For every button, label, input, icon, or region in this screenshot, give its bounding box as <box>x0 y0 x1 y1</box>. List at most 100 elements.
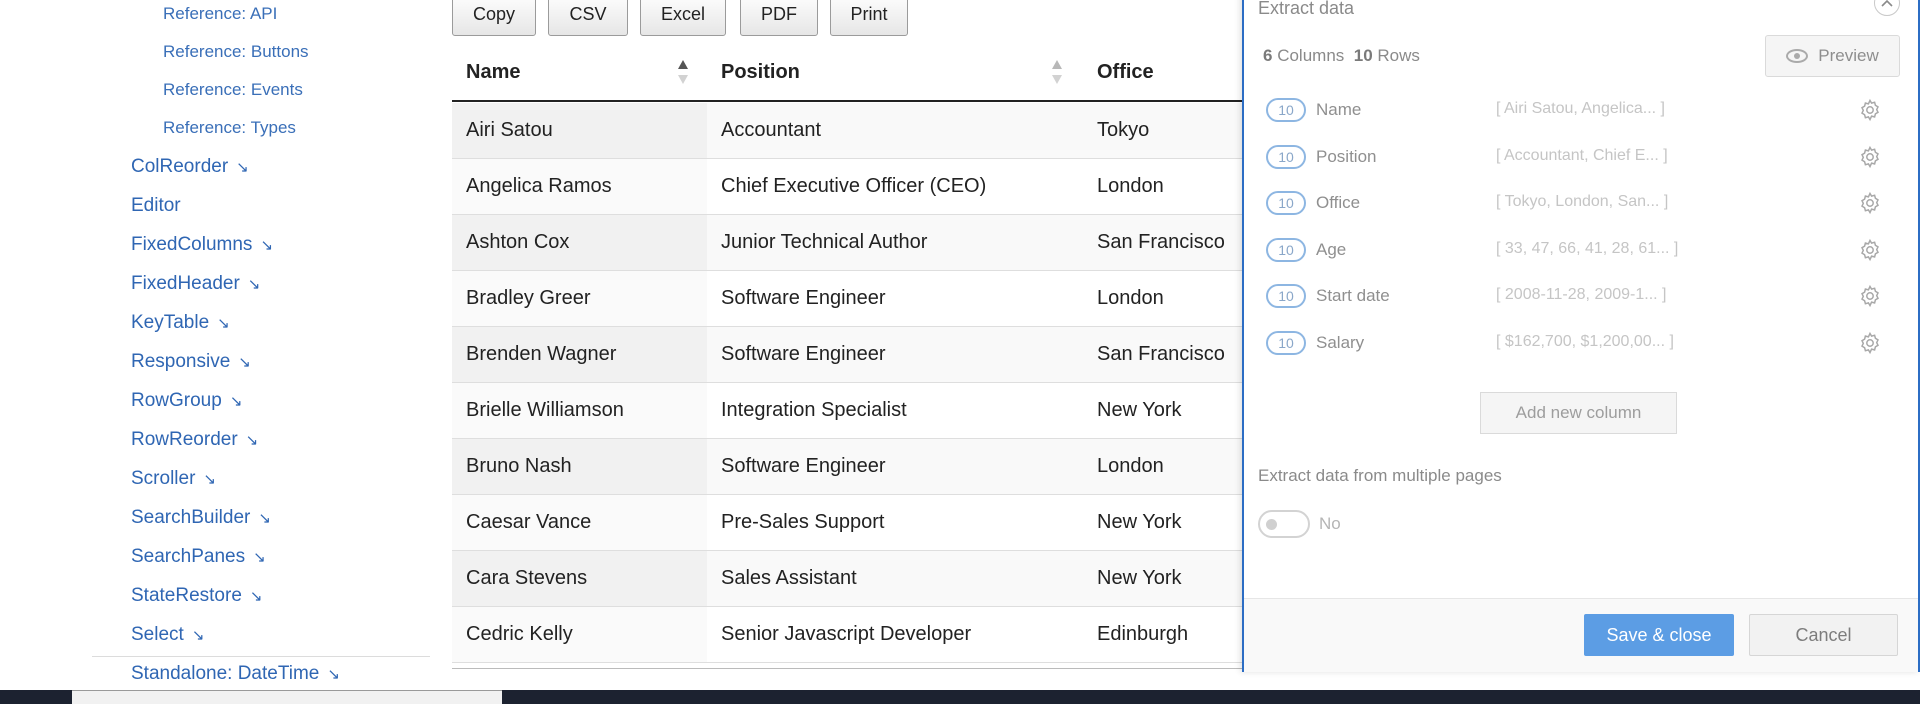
table-row[interactable]: Angelica Ramos Chief Executive Officer (C… <box>452 159 1242 215</box>
excel-button[interactable]: Excel <box>640 0 726 36</box>
sort-asc-icon <box>678 60 688 86</box>
nav-subitem[interactable]: Reference: Buttons <box>163 42 309 62</box>
nav-subitem[interactable]: Reference: API <box>163 4 277 24</box>
nav-item-label: Select <box>131 624 184 645</box>
nav-item[interactable]: Standalone: DateTime ↘ <box>131 663 340 685</box>
extract-column-preview: [ Airi Satou, Angelica... ] <box>1496 100 1665 117</box>
column-header-name[interactable]: Name <box>452 44 707 100</box>
gear-icon[interactable] <box>1858 145 1882 174</box>
gear-icon[interactable] <box>1858 284 1882 313</box>
table-row[interactable]: Cedric Kelly Senior Javascript Developer E… <box>452 607 1242 663</box>
external-arrow-icon: ↘ <box>260 237 274 254</box>
nav-item-label: Editor <box>131 195 181 216</box>
table-row[interactable]: Brenden Wagner Software Engineer San Franc… <box>452 327 1242 383</box>
print-button[interactable]: Print <box>830 0 908 36</box>
nav-item-label: RowReorder <box>131 429 238 450</box>
external-arrow-icon: ↘ <box>229 393 243 410</box>
nav-item[interactable]: StateRestore ↘ <box>131 585 262 607</box>
extract-column-row: 10 Name [ Airi Satou, Angelica... ] <box>1266 92 1900 128</box>
extract-column-row: 10 Start date [ 2008-11-28, 2009-1... ] <box>1266 278 1900 314</box>
gear-icon[interactable] <box>1858 98 1882 127</box>
cell-position: Senior Javascript Developer <box>721 623 972 645</box>
cell-position: Chief Executive Officer (CEO) <box>721 175 987 197</box>
nav-item[interactable]: FixedHeader ↘ <box>131 273 260 295</box>
value-count-badge: 10 <box>1266 191 1306 215</box>
gear-icon[interactable] <box>1858 331 1882 360</box>
csv-button[interactable]: CSV <box>548 0 628 36</box>
extract-column-preview: [ Accountant, Chief E... ] <box>1496 146 1668 164</box>
nav-item-label: ColReorder <box>131 156 229 177</box>
cell-office: London <box>1097 175 1164 197</box>
gear-icon[interactable] <box>1858 191 1882 220</box>
column-header-office[interactable]: Office <box>1083 44 1243 100</box>
table-row[interactable]: Caesar Vance Pre-Sales Support New York <box>452 495 1242 551</box>
cell-name: Bruno Nash <box>466 455 572 477</box>
table-row[interactable]: Airi Satou Accountant Tokyo <box>452 103 1242 159</box>
extract-column-name: Name <box>1316 100 1362 119</box>
extract-column-preview: [ $162,700, $1,200,00... ] <box>1496 332 1674 350</box>
table-row[interactable]: Brielle Williamson Integration Specialist… <box>452 383 1242 439</box>
nav-item[interactable]: SearchBuilder ↘ <box>131 507 271 529</box>
value-count-badge: 10 <box>1266 98 1306 122</box>
cancel-button[interactable]: Cancel <box>1749 614 1898 656</box>
copy-button[interactable]: Copy <box>452 0 536 36</box>
nav-item[interactable]: RowReorder ↘ <box>131 429 258 451</box>
nav-item[interactable]: SearchPanes ↘ <box>131 546 266 568</box>
preview-label: Preview <box>1818 46 1879 65</box>
extract-column-row: 10 Position [ Accountant, Chief E... ] <box>1266 139 1900 175</box>
cell-office: San Francisco <box>1097 231 1225 253</box>
nav-item[interactable]: Responsive ↘ <box>131 351 251 373</box>
nav-item[interactable]: KeyTable ↘ <box>131 312 230 334</box>
table-row[interactable]: Cara Stevens Sales Assistant New York <box>452 551 1242 607</box>
gear-icon[interactable] <box>1858 238 1882 267</box>
table-row[interactable]: Bruno Nash Software Engineer London <box>452 439 1242 495</box>
external-arrow-icon: ↘ <box>238 354 251 371</box>
taskbar-search[interactable] <box>72 690 502 704</box>
nav-subitem[interactable]: Reference: Events <box>163 80 303 100</box>
cell-name: Brenden Wagner <box>466 343 617 365</box>
nav-item-label: FixedHeader <box>131 273 240 294</box>
extract-column-preview: [ 33, 47, 66, 41, 28, 61... ] <box>1496 239 1679 257</box>
cell-name: Angelica Ramos <box>466 175 612 197</box>
multi-page-value: No <box>1319 514 1341 533</box>
column-header-label: Position <box>721 60 800 83</box>
cell-name: Caesar Vance <box>466 511 592 533</box>
nav-item-label: Responsive <box>131 351 231 372</box>
extract-column-row: 10 Salary [ $162,700, $1,200,00... ] <box>1266 325 1900 361</box>
save-close-button[interactable]: Save & close <box>1584 614 1734 656</box>
nav-item[interactable]: Select ↘ <box>131 624 204 646</box>
column-header-position[interactable]: Position <box>707 44 1083 100</box>
extract-column-name: Start date <box>1316 286 1390 305</box>
external-arrow-icon: ↘ <box>253 549 266 566</box>
nav-item[interactable]: Scroller ↘ <box>131 468 216 490</box>
cell-position: Integration Specialist <box>721 399 907 421</box>
nav-item[interactable]: FixedColumns ↘ <box>131 234 273 256</box>
columns-word: Columns <box>1277 46 1345 65</box>
table-row[interactable]: Bradley Greer Software Engineer London <box>452 271 1242 327</box>
table-bottom-border <box>452 668 1242 669</box>
nav-item[interactable]: ColReorder ↘ <box>131 156 249 178</box>
cell-office: Edinburgh <box>1097 623 1189 645</box>
multi-page-toggle[interactable] <box>1258 510 1310 538</box>
nav-item-label: SearchPanes <box>131 546 246 567</box>
cell-office: New York <box>1097 567 1182 589</box>
nav-subitem[interactable]: Reference: Types <box>163 118 296 138</box>
value-count-badge: 10 <box>1266 144 1306 169</box>
value-count-badge: 10 <box>1266 330 1306 355</box>
extract-column-name: Salary <box>1316 332 1365 352</box>
table-row[interactable]: Ashton Cox Junior Technical Author San Fra… <box>452 215 1242 271</box>
pdf-button[interactable]: PDF <box>740 0 818 36</box>
external-arrow-icon: ↘ <box>249 588 263 605</box>
preview-button[interactable]: Preview <box>1765 35 1900 77</box>
add-column-button[interactable]: Add new column <box>1480 392 1677 434</box>
nav-item-label: StateRestore <box>131 585 242 606</box>
external-arrow-icon: ↘ <box>236 159 249 176</box>
cell-office: New York <box>1097 399 1182 421</box>
rows-word: Rows <box>1377 46 1420 65</box>
eye-icon <box>1786 49 1809 63</box>
nav-item[interactable]: RowGroup ↘ <box>131 390 242 412</box>
extract-column-row: 10 Office [ Tokyo, London, San... ] <box>1266 185 1900 221</box>
nav-divider <box>92 656 430 657</box>
extract-column-preview: [ 2008-11-28, 2009-1... ] <box>1496 286 1667 303</box>
nav-item[interactable]: Editor <box>131 195 181 217</box>
